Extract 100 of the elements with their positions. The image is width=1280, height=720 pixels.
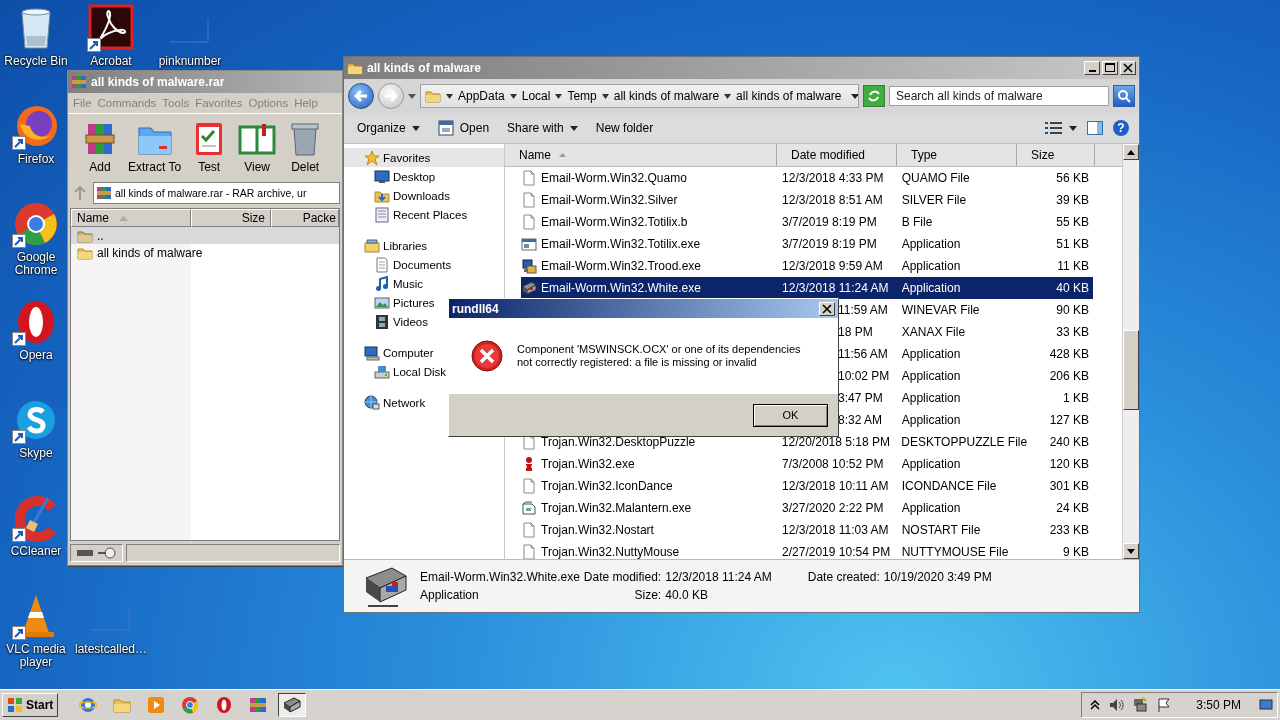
file-name: all kinds of malware	[97, 245, 203, 260]
desktop-icon-label[interactable]: Acrobat	[90, 55, 132, 68]
date-modified: 18 PM	[838, 325, 873, 339]
toolbar-button[interactable]: Add	[76, 118, 124, 174]
search-button[interactable]	[1113, 85, 1135, 107]
toolbar-button[interactable]: Organize	[350, 119, 427, 137]
nav-item[interactable]: Desktop	[344, 167, 436, 186]
breadcrumb[interactable]: all kinds of malware	[613, 89, 720, 103]
file-size: 24 KB	[1056, 501, 1089, 515]
desktop-icon-label[interactable]: Skype	[19, 447, 53, 460]
browser-icon	[181, 696, 200, 714]
toolbar-button[interactable]: Extract To	[124, 118, 186, 174]
desktop-icon-label[interactable]: pinknumber	[158, 55, 222, 68]
search-field[interactable]: Search all kinds of malware	[889, 86, 1109, 106]
view-options-button[interactable]	[1045, 122, 1077, 134]
file-row[interactable]: Email-Worm.Win32.Totilix.exe 3/7/2019 8:19 PM Application 51 KB	[521, 233, 1093, 255]
address-bar[interactable]: AppData Local Temp all kinds of malware all kinds of malware	[420, 84, 859, 108]
nav-item[interactable]: Pictures	[344, 293, 435, 312]
preview-pane-button[interactable]	[1087, 121, 1103, 135]
ok-button[interactable]: OK	[753, 403, 828, 427]
path-field[interactable]: all kinds of malware.rar - RAR archive, ur	[93, 182, 340, 204]
back-button[interactable]	[348, 83, 374, 109]
minimize-button[interactable]	[1084, 61, 1100, 75]
scroll-thumb[interactable]	[1123, 330, 1139, 410]
nav-item[interactable]: Local Disk	[344, 362, 447, 381]
clock[interactable]: 3:50 PM	[1196, 698, 1241, 712]
nav-item[interactable]: Documents	[344, 255, 452, 274]
desktop-icon-label[interactable]: Opera	[19, 349, 53, 362]
file-name: Email-Worm.Win32.White.exe	[420, 570, 580, 584]
nav-item[interactable]: Recent Places	[344, 205, 468, 224]
nav-item[interactable]: Network	[344, 393, 426, 412]
nav-item[interactable]: Libraries	[344, 236, 428, 255]
file-row[interactable]: Email-Worm.Win32.Trood.exe 12/3/2018 9:59 AM Application 11 KB	[521, 255, 1093, 277]
toolbar-button[interactable]: New folder	[588, 119, 661, 137]
column-header[interactable]: Packe	[271, 209, 339, 227]
breadcrumb[interactable]: all kinds of malware	[736, 89, 842, 103]
breadcrumb[interactable]: AppData	[458, 89, 505, 103]
file-row[interactable]: Email-Worm.Win32.Totilix.b 3/7/2019 8:19 PM B File 55 KB	[521, 211, 1093, 233]
desktop-icon-label[interactable]: Google Chrome	[4, 251, 68, 277]
error-message: Component 'MSWINSCK.OCX' or one of its dependencies not correctly registered: a file is missing or invalid	[517, 343, 802, 369]
file-type: Application	[901, 237, 961, 251]
toolbar-button[interactable]: Test	[185, 118, 234, 174]
desktop-icon-label[interactable]: Recycle Bin	[4, 55, 68, 68]
column-header[interactable]: Date modified	[777, 144, 897, 166]
file-row[interactable]: Trojan.Win32.NuttyMouse 2/27/2019 10:54 PM NUTTYMOUSE File 9 KB	[521, 541, 1093, 559]
network-button[interactable]	[1132, 697, 1149, 713]
desktop-icon-label[interactable]: latestcalled…	[75, 643, 148, 656]
nav-item[interactable]: Favorites	[344, 148, 504, 167]
pictures-icon	[374, 294, 390, 311]
nav-item[interactable]: Computer	[344, 343, 434, 362]
volume-button[interactable]	[1108, 697, 1125, 713]
breadcrumb[interactable]: Temp	[567, 89, 597, 103]
file-row[interactable]: Trojan.Win32.IconDance 12/3/2018 10:11 AM ICONDANCE File 301 KB	[521, 475, 1093, 497]
column-header[interactable]: Size	[191, 209, 271, 227]
dropdown-caret-icon	[569, 125, 578, 131]
nav-item[interactable]: Music	[344, 274, 424, 293]
file-size: 428 KB	[1049, 347, 1089, 361]
action-center-button[interactable]	[1156, 697, 1173, 713]
file-row[interactable]: Trojan.Win32.exe 7/3/2008 10:52 PM Application 120 KB	[521, 453, 1093, 475]
file-row[interactable]: Email-Worm.Win32.Quamo 12/3/2018 4:33 PM QUAMO File 56 KB	[521, 167, 1093, 189]
maximize-button[interactable]	[1102, 61, 1118, 75]
file-icon	[521, 214, 537, 230]
nav-item[interactable]: Videos	[344, 312, 428, 331]
column-header[interactable]: Type	[897, 144, 1017, 166]
desktop-icon-label[interactable]: VLC media player	[4, 643, 68, 669]
start-button[interactable]: Start	[2, 693, 59, 717]
breadcrumb[interactable]: Local	[521, 89, 551, 103]
file-row[interactable]: Email-Worm.Win32.Silver 12/3/2018 8:51 AM SILVER File 39 KB	[521, 189, 1093, 211]
archive-row[interactable]: all kinds of malware	[71, 244, 339, 261]
close-button[interactable]	[819, 301, 835, 316]
file-type: NOSTART File	[901, 523, 981, 537]
file-row[interactable]: Trojan.Win32.DesktopPuzzle 12/20/2018 5:18 PM DESKTOPPUZZLE File 240 KB	[521, 431, 1093, 453]
toolbar-button[interactable]: Delet	[281, 118, 330, 174]
tray-overflow-button[interactable]	[1090, 700, 1101, 710]
file-row[interactable]: Trojan.Win32.Malantern.exe 3/27/2020 2:22 PM Application 24 KB	[521, 497, 1093, 519]
taskbar-app-button[interactable]	[278, 693, 307, 717]
desktop-icon-label[interactable]: CCleaner	[10, 545, 62, 558]
close-button[interactable]	[1120, 61, 1136, 75]
file-row[interactable]: Email-Worm.Win32.White.exe 12/3/2018 11:24 AM Application 40 KB	[521, 277, 1093, 299]
column-header[interactable]: Name	[71, 209, 191, 227]
desktop-icon-label[interactable]: Firefox	[17, 153, 55, 166]
scroll-down-button[interactable]	[1123, 543, 1139, 559]
date-modified: 3/7/2019 8:19 PM	[782, 215, 877, 229]
toolbar-button[interactable]: Share with	[500, 119, 585, 137]
scrollbar[interactable]	[1122, 144, 1139, 559]
help-button[interactable]: ?	[1113, 120, 1129, 136]
column-header[interactable]: Size	[1017, 144, 1095, 166]
archive-row[interactable]: ..	[71, 227, 339, 244]
refresh-button[interactable]	[863, 85, 885, 107]
back-icon	[354, 89, 368, 103]
toolbar-button[interactable]: View	[233, 118, 282, 174]
date-modified: 12/20/2018 5:18 PM	[781, 435, 890, 449]
toolbar-button[interactable]: Open	[430, 118, 497, 138]
date-modified: 11:56 AM	[838, 347, 888, 361]
scroll-up-button[interactable]	[1123, 144, 1139, 160]
column-header[interactable]: Name	[505, 144, 777, 166]
file-row[interactable]: Trojan.Win32.Nostart 12/3/2018 11:03 AM NOSTART File 233 KB	[521, 519, 1093, 541]
minimize-icon	[1088, 70, 1096, 72]
nav-item[interactable]: Downloads	[344, 186, 450, 205]
show-desktop-button[interactable]	[1259, 698, 1273, 712]
